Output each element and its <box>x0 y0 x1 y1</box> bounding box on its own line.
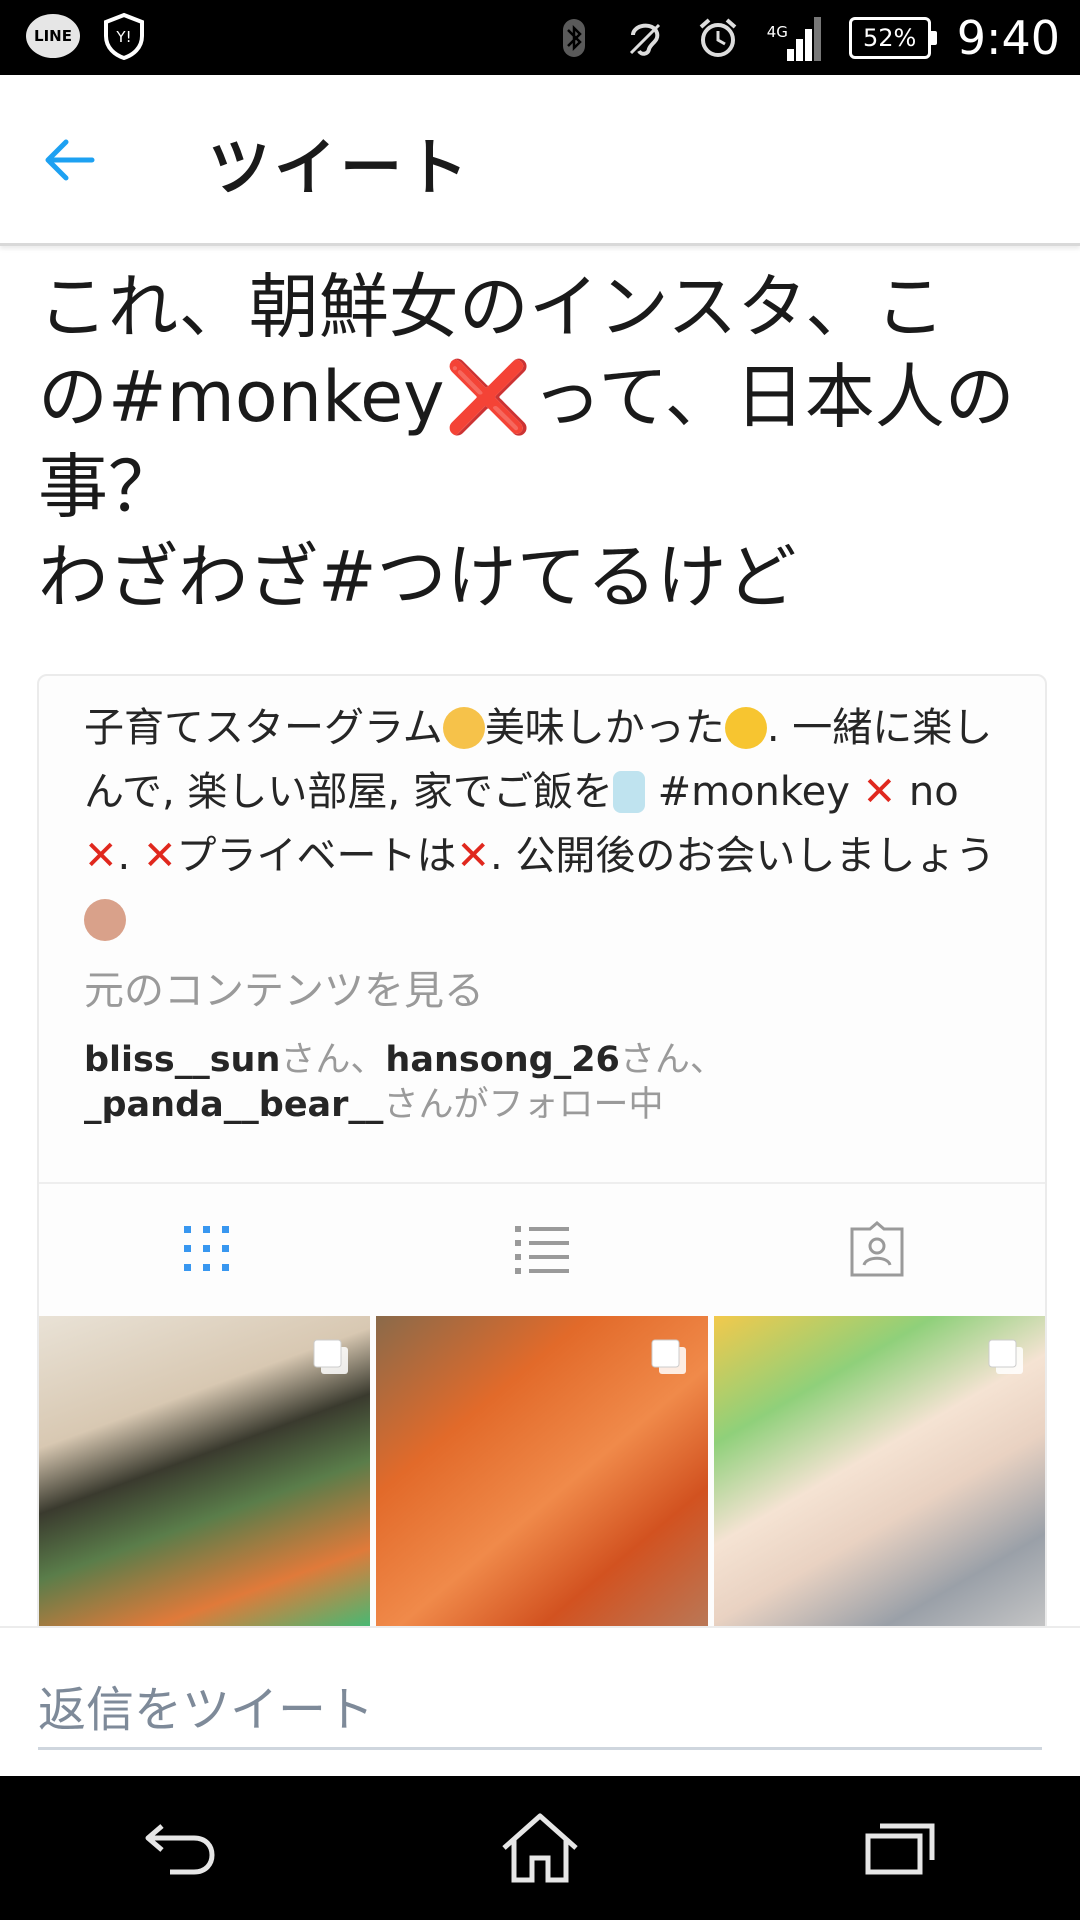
girl-raising-hand-emoji-icon <box>84 899 126 941</box>
tab-tagged[interactable] <box>710 1184 1045 1314</box>
cross-mark-icon: ✕ <box>84 833 118 879</box>
follower-suffix: さん、 <box>619 1040 725 1080</box>
cross-mark-icon: ✕ <box>142 833 177 879</box>
tagged-person-icon <box>850 1221 904 1277</box>
photo-thumbnail[interactable] <box>376 1316 708 1636</box>
tweet-line-3: 事？ <box>38 446 178 528</box>
tweet-line-4[interactable]: わざわざ#つけてるけど <box>38 536 797 618</box>
reply-bar: 返信をツイート <box>0 1626 1080 1778</box>
bluetooth-icon <box>562 18 585 57</box>
baby-bottle-emoji-icon <box>612 771 645 813</box>
follower-suffix: さんがフォロー中 <box>383 1085 664 1125</box>
smile-emoji-icon <box>724 707 767 749</box>
profile-bio: 子育てスターグラム 美味しかった. 一緒に楽しんで, 楽しい部屋, 家でご飯を #… <box>84 696 1004 952</box>
tab-grid-view[interactable] <box>39 1184 374 1314</box>
follower-username[interactable]: _panda__bear__ <box>84 1085 383 1125</box>
bio-text: 子育てスターグラム <box>84 705 443 751</box>
hashtag-link[interactable]: #monkey <box>645 769 863 815</box>
bio-text: . <box>117 833 143 879</box>
recent-apps-icon <box>865 1823 935 1875</box>
multiple-photos-icon <box>651 1339 686 1374</box>
nav-back-button[interactable] <box>0 1776 360 1920</box>
home-icon <box>502 1813 578 1883</box>
cross-mark-icon: ❌ <box>444 356 532 438</box>
tweet-line-2b: って、日本人の <box>531 356 1015 438</box>
photo-thumbnail[interactable] <box>39 1316 371 1636</box>
status-left-icons: LINE Y! <box>26 12 146 60</box>
tab-list-view[interactable] <box>374 1184 709 1314</box>
yahoo-shield-icon: Y! <box>104 12 144 60</box>
see-original-link[interactable]: 元のコンテンツを見る <box>84 958 484 1016</box>
svg-text:Y!: Y! <box>115 28 131 46</box>
system-nav-bar <box>0 1776 1080 1920</box>
follower-suffix: さん、 <box>280 1040 386 1080</box>
list-view-icon <box>514 1226 569 1274</box>
tweet-line-1: これ、朝鮮女のインスタ、こ <box>38 266 946 348</box>
back-nav-icon <box>145 1824 215 1875</box>
follower-username[interactable]: bliss__sun <box>84 1040 280 1080</box>
back-button[interactable] <box>40 130 100 190</box>
line-app-icon: LINE <box>26 14 80 58</box>
reply-input[interactable]: 返信をツイート <box>38 1670 1042 1750</box>
arrow-left-icon <box>45 139 95 181</box>
follower-username[interactable]: hansong_26 <box>385 1040 620 1080</box>
battery-level: 52% <box>863 23 917 52</box>
signal-icon: 4G <box>767 13 823 63</box>
profile-view-tabs <box>39 1184 1045 1314</box>
bio-text: 美味しかった <box>484 705 725 751</box>
followed-by-text: bliss__sunさん、hansong_26さん、 _panda__bear__… <box>84 1038 984 1128</box>
tweet-line-2a: の#monkey <box>38 356 445 438</box>
status-right-icons: 4G 52% 9:40 <box>551 0 1060 75</box>
status-time: 9:40 <box>956 10 1060 65</box>
bio-text: プライベートは <box>176 833 457 879</box>
embedded-instagram-card[interactable]: 子育てスターグラム 美味しかった. 一緒に楽しんで, 楽しい部屋, 家でご飯を #… <box>37 674 1047 1638</box>
photo-thumbnail[interactable] <box>713 1316 1045 1636</box>
cross-mark-icon: ✕ <box>456 833 490 879</box>
laughing-emoji-icon <box>442 707 485 749</box>
multiple-photos-icon <box>988 1339 1023 1374</box>
nav-home-button[interactable] <box>360 1776 720 1920</box>
page-title: ツイート <box>208 131 473 204</box>
cross-mark-icon: ✕ <box>862 769 897 815</box>
accessibility-icon <box>629 23 660 56</box>
nav-recents-button[interactable] <box>720 1776 1080 1920</box>
multiple-photos-icon <box>313 1339 349 1374</box>
battery-icon: 52% <box>848 16 937 59</box>
alarm-icon <box>699 17 737 57</box>
tweet-text: これ、朝鮮女のインスタ、こ の#monkey❌って、日本人の事？ わざわざ#つけてる… <box>38 262 1048 622</box>
app-bar: ツイート <box>0 75 1080 246</box>
bio-text: no <box>896 769 959 815</box>
status-bar: LINE Y! 4G 52% 9:40 <box>0 0 1080 75</box>
grid-view-icon <box>183 1226 229 1271</box>
bio-text: . 公開後のお会いしましょう <box>489 833 996 879</box>
photo-grid <box>39 1316 1045 1636</box>
